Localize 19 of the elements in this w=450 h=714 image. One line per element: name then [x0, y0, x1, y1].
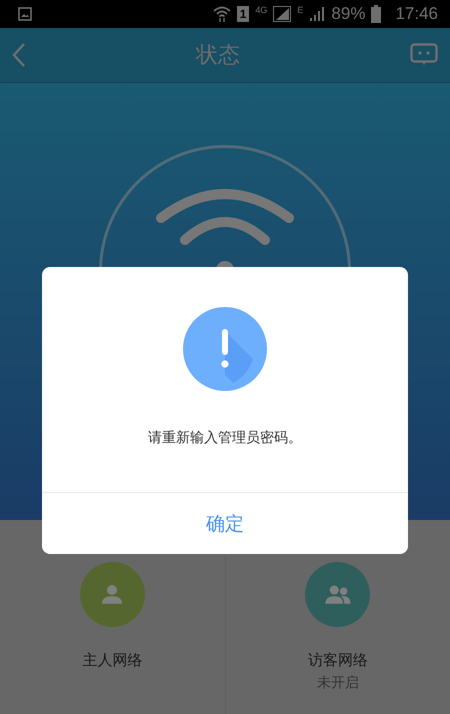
alert-icon	[183, 307, 267, 391]
chat-icon[interactable]	[410, 43, 438, 67]
signal-icon	[309, 6, 326, 22]
network-label: 访客网络	[308, 651, 368, 670]
clock: 17:46	[395, 4, 438, 24]
battery-percent: 89%	[331, 4, 366, 24]
battery-icon	[371, 5, 382, 23]
dialog-message: 请重新输入管理员密码。	[148, 429, 302, 447]
back-icon[interactable]	[12, 42, 26, 68]
network-type: 4G	[255, 5, 268, 15]
signal-icon	[273, 6, 292, 22]
screen-title: 状态	[194, 42, 241, 70]
sim-card-badge: 1	[236, 6, 250, 22]
wifi-icon	[212, 6, 231, 22]
image-icon	[18, 7, 32, 21]
network-type: E	[297, 5, 304, 15]
confirm-button[interactable]: 确定	[42, 492, 408, 554]
network-label: 主人网络	[82, 651, 142, 670]
wifi-icon	[155, 188, 295, 267]
